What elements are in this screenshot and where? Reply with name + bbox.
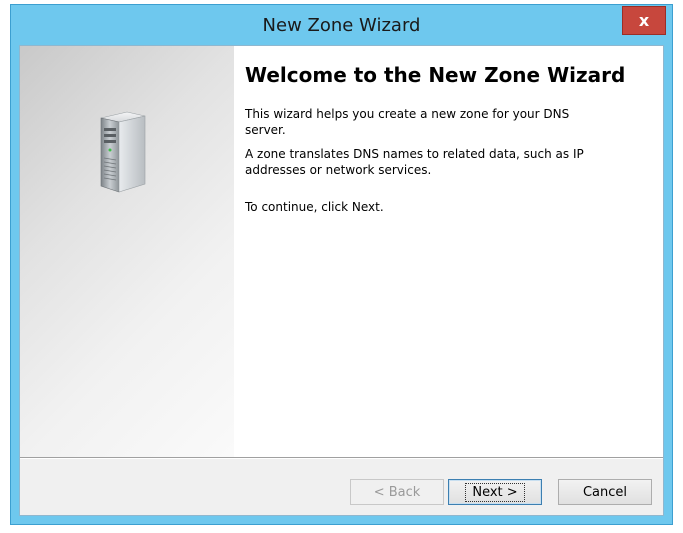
continue-instruction-text: To continue, click Next.: [245, 200, 384, 214]
wizard-side-panel: [20, 46, 234, 457]
wizard-client-area: Welcome to the New Zone Wizard This wiza…: [19, 45, 664, 516]
button-bar: < Back Next > Cancel: [20, 459, 663, 515]
wizard-content: Welcome to the New Zone Wizard This wiza…: [245, 64, 645, 223]
close-button[interactable]: x: [622, 6, 666, 35]
close-icon: x: [638, 11, 650, 30]
cancel-button-label: Cancel: [582, 484, 628, 500]
window-title: New Zone Wizard: [262, 15, 421, 36]
zone-description-text: A zone translates DNS names to related d…: [245, 147, 584, 177]
next-button[interactable]: Next >: [448, 479, 542, 505]
cancel-button[interactable]: Cancel: [558, 479, 652, 505]
back-button[interactable]: < Back: [350, 479, 444, 505]
page-title: Welcome to the New Zone Wizard: [245, 63, 626, 87]
back-button-label: < Back: [373, 484, 421, 500]
wizard-window: New Zone Wizard x Welcome to the New Zon…: [10, 4, 673, 525]
title-bar[interactable]: New Zone Wizard x: [11, 5, 672, 45]
next-button-label: Next >: [465, 482, 525, 502]
server-icon: [100, 111, 146, 193]
intro-text: This wizard helps you create a new zone …: [245, 107, 570, 137]
